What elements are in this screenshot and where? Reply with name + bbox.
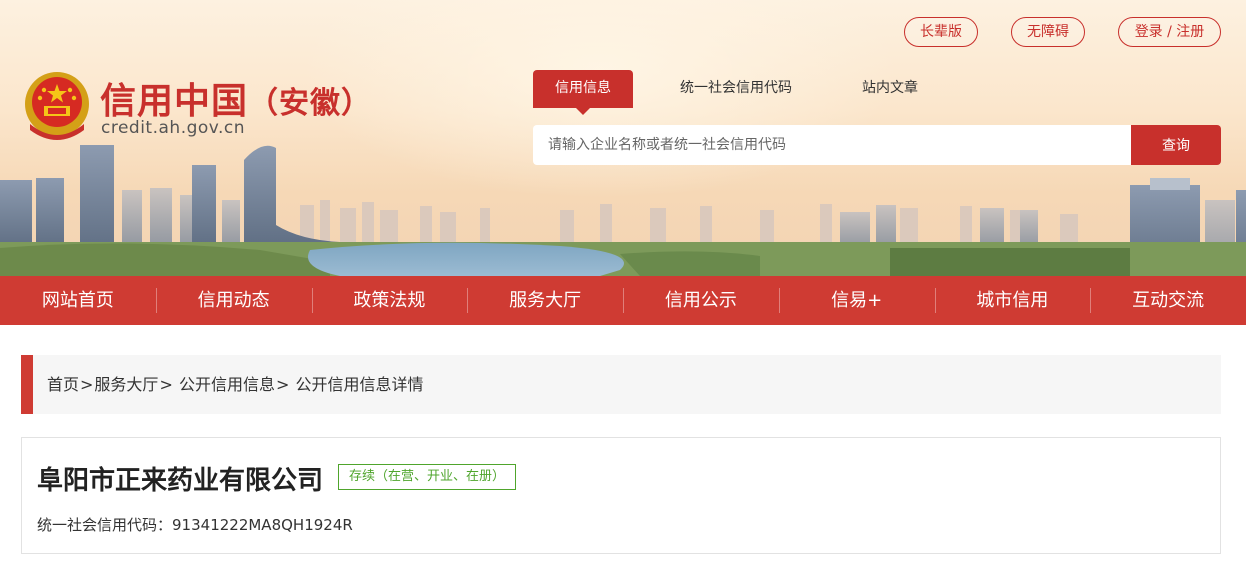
site-title[interactable]: 信用中国（安徽） (100, 72, 372, 124)
company-card: 阜阳市正来药业有限公司 存续（在营、开业、在册） 统一社会信用代码：913412… (21, 437, 1221, 554)
site-title-province: （安徽） (248, 86, 373, 121)
breadcrumb-current-page: 公开信用信息详情 (295, 375, 424, 394)
breadcrumb-home[interactable]: 首页 (47, 375, 79, 394)
site-domain: credit.ah.gov.cn (101, 118, 246, 138)
nav-item-city-credit[interactable]: 城市信用 (934, 276, 1091, 325)
nav-item-credit-news[interactable]: 信用动态 (155, 276, 312, 325)
nav-item-home[interactable]: 网站首页 (0, 276, 156, 325)
accessibility-button[interactable]: 无障碍 (1011, 17, 1085, 47)
tab-credit-info[interactable]: 信用信息 (533, 70, 633, 115)
breadcrumb-separator: > (275, 375, 290, 394)
breadcrumb-service-hall[interactable]: 服务大厅 (94, 375, 158, 394)
nav-item-policies[interactable]: 政策法规 (311, 276, 468, 325)
search-button[interactable]: 查询 (1131, 125, 1221, 165)
elder-mode-button[interactable]: 长辈版 (904, 17, 978, 47)
site-title-main: 信用中国 (100, 81, 249, 122)
breadcrumb-public-credit-info[interactable]: 公开信用信息 (179, 375, 275, 394)
company-name: 阜阳市正来药业有限公司 (37, 466, 324, 496)
nav-item-credit-publicity[interactable]: 信用公示 (623, 276, 779, 325)
main-nav: 网站首页 信用动态 政策法规 服务大厅 信用公示 信易+ 城市信用 互动交流 (0, 276, 1246, 325)
breadcrumb: 首页>服务大厅> 公开信用信息> 公开信用信息详情 (21, 355, 1221, 414)
national-emblem-icon[interactable] (22, 68, 92, 144)
nav-item-xinyi-plus[interactable]: 信易+ (778, 276, 935, 325)
tab-site-articles[interactable]: 站内文章 (845, 70, 935, 108)
tab-unified-credit-code[interactable]: 统一社会信用代码 (668, 70, 804, 108)
login-register-button[interactable]: 登录 / 注册 (1118, 17, 1221, 47)
credit-code-label: 统一社会信用代码： (37, 516, 173, 534)
nav-item-interaction[interactable]: 互动交流 (1090, 276, 1246, 325)
credit-code-line: 统一社会信用代码：91341222MA8QH1924R (37, 514, 353, 535)
breadcrumb-separator: > (159, 375, 173, 394)
credit-code-value: 91341222MA8QH1924R (172, 516, 353, 534)
header-banner: 长辈版 无障碍 登录 / 注册 信用中国（安徽） credit.ah.gov.c… (0, 0, 1246, 276)
search-input[interactable] (533, 125, 1131, 165)
status-badge: 存续（在营、开业、在册） (338, 464, 517, 490)
nav-item-service-hall[interactable]: 服务大厅 (467, 276, 623, 325)
breadcrumb-separator: > (80, 375, 94, 394)
